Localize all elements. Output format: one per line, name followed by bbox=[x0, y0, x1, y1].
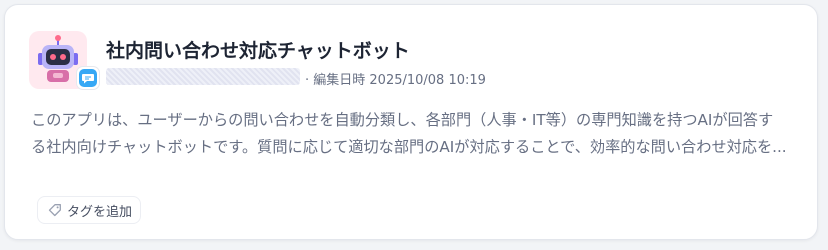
chat-bubble-icon bbox=[79, 69, 97, 87]
edited-timestamp: · 編集日時 2025/10/08 10:19 bbox=[305, 73, 486, 88]
add-tag-label: タグを追加 bbox=[67, 204, 133, 220]
add-tag-button[interactable]: タグを追加 bbox=[37, 196, 142, 224]
app-title[interactable]: 社内問い合わせ対応チャットボット bbox=[106, 36, 410, 63]
author-name-redacted bbox=[106, 68, 300, 85]
description-line: る社内向けチャットボットです。質問に応じて適切な部門のAIが対応することで、効率… bbox=[31, 138, 787, 156]
tag-icon bbox=[47, 202, 63, 218]
description-line: このアプリは、ユーザーからの問い合わせを自動分類し、各部門（人事・IT等）の専門… bbox=[31, 111, 774, 129]
app-card[interactable]: 社内問い合わせ対応チャットボット · 編集日時 2025/10/08 10:19… bbox=[4, 4, 818, 240]
chat-badge bbox=[77, 67, 99, 89]
app-description: このアプリは、ユーザーからの問い合わせを自動分類し、各部門（人事・IT等）の専門… bbox=[31, 107, 806, 161]
